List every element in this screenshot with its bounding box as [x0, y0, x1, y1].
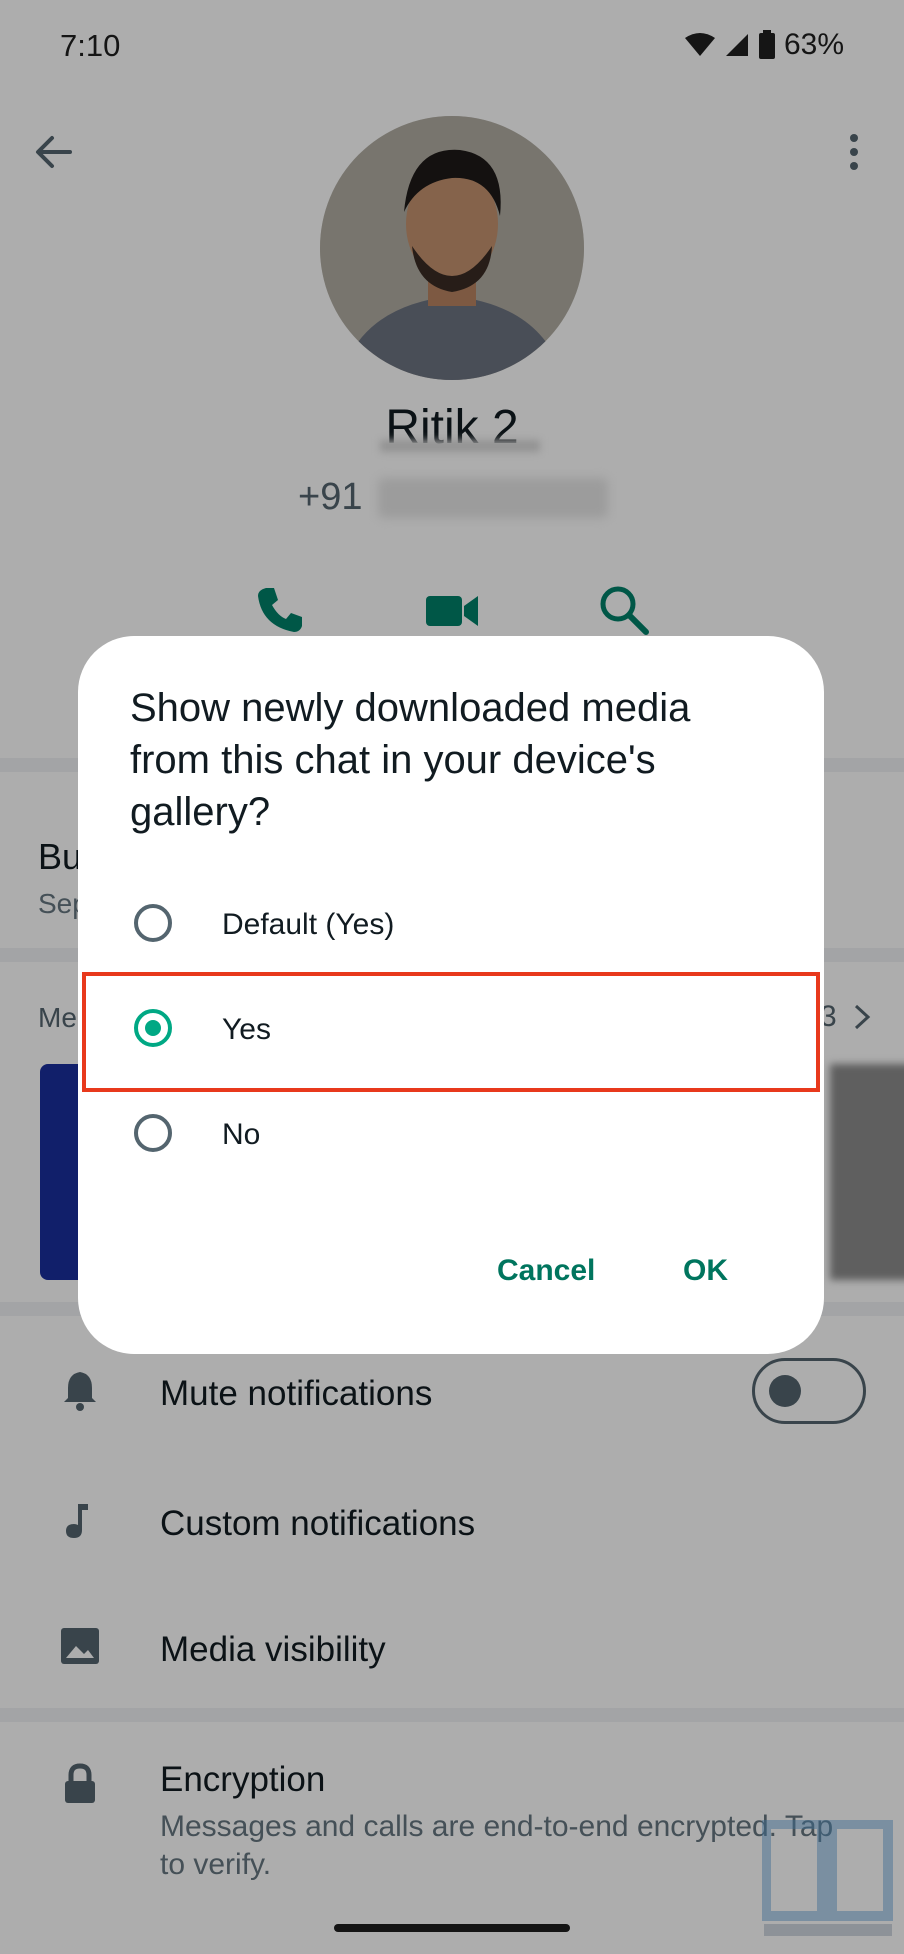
option-default-yes[interactable]: Default (Yes) — [78, 882, 824, 972]
cancel-button[interactable]: Cancel — [497, 1254, 595, 1288]
option-label: Default (Yes) — [222, 908, 395, 941]
ok-button[interactable]: OK — [683, 1254, 728, 1288]
radio-button[interactable] — [134, 904, 172, 942]
option-no[interactable]: No — [78, 1092, 824, 1182]
radio-button[interactable] — [134, 1114, 172, 1152]
highlight-box — [82, 972, 820, 1092]
option-label: No — [222, 1118, 261, 1151]
dialog-title: Show newly downloaded media from this ch… — [130, 686, 691, 834]
screen: 7:10 63% Ritik 2 +91 Bu Sep Me 3 Mute no… — [0, 0, 904, 1954]
